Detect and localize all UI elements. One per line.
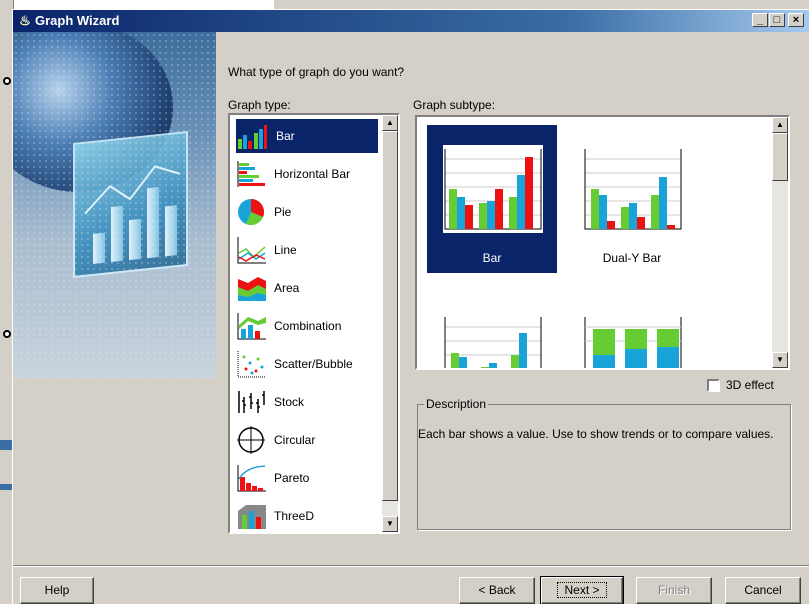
graph-type-label: Graph type: <box>228 98 291 112</box>
graph-type-item-combination[interactable]: Combination <box>236 309 378 343</box>
scroll-up-button[interactable]: ▲ <box>772 117 788 133</box>
line-chart-icon <box>236 235 268 265</box>
bar-chart-icon <box>236 121 268 151</box>
pareto-chart-icon <box>236 463 268 493</box>
maximize-button[interactable]: □ <box>769 13 785 27</box>
graph-subtype-label: Graph subtype: <box>413 98 496 112</box>
scroll-thumb[interactable] <box>382 131 398 501</box>
threed-chart-icon <box>236 501 268 531</box>
button-separator <box>13 565 809 567</box>
graph-type-item-circular[interactable]: Circular <box>236 423 378 457</box>
finish-button[interactable]: Finish <box>636 577 712 604</box>
graph-subtype-item-4[interactable] <box>567 293 697 368</box>
graph-type-item-scatter-bubble[interactable]: Scatter/Bubble <box>236 347 378 381</box>
minimize-button[interactable]: _ <box>752 13 768 27</box>
bar-subtype-preview <box>443 145 543 233</box>
scroll-down-button[interactable]: ▼ <box>382 516 398 532</box>
java-app-icon: ♨ <box>19 13 31 28</box>
stock-chart-icon <box>236 387 268 417</box>
subtype-preview <box>583 313 683 368</box>
background-radio <box>3 330 11 338</box>
screen: ♨ Graph Wizard _ □ × What type of graph … <box>0 0 809 604</box>
wizard-banner-image <box>13 32 216 378</box>
window-title: Graph Wizard <box>35 13 120 28</box>
graph-type-item-bar[interactable]: Bar <box>236 119 378 153</box>
cancel-button[interactable]: Cancel <box>725 577 801 604</box>
graph-type-item-threed[interactable]: ThreeD <box>236 499 378 532</box>
combination-chart-icon <box>236 311 268 341</box>
area-chart-icon <box>236 273 268 303</box>
graph-wizard-dialog: ♨ Graph Wizard _ □ × What type of graph … <box>12 9 809 604</box>
help-button[interactable]: Help <box>20 577 94 604</box>
graph-subtype-item-dual-y-bar[interactable]: Dual-Y Bar <box>567 125 697 273</box>
question-text: What type of graph do you want? <box>228 65 405 79</box>
back-button[interactable]: < Back <box>459 577 535 604</box>
description-text: Each bar shows a value. Use to show tren… <box>418 427 774 441</box>
horizontal-bar-chart-icon <box>236 159 268 189</box>
scroll-thumb[interactable] <box>772 133 788 181</box>
graph-type-item-area[interactable]: Area <box>236 271 378 305</box>
graph-type-list[interactable]: Bar Horizontal Bar Pie Line Area Combina… <box>228 113 400 534</box>
graph-type-item-pie[interactable]: Pie <box>236 195 378 229</box>
graph-type-item-line[interactable]: Line <box>236 233 378 267</box>
description-group: Description Each bar shows a value. Use … <box>417 397 791 530</box>
graph-subtype-scrollbar[interactable]: ▲ ▼ <box>772 117 788 368</box>
circular-chart-icon <box>236 425 268 455</box>
dual-y-bar-subtype-preview <box>583 145 683 233</box>
scatter-chart-icon <box>236 349 268 379</box>
pie-chart-icon <box>236 197 268 227</box>
description-legend: Description <box>424 397 489 411</box>
graph-type-item-pareto[interactable]: Pareto <box>236 461 378 495</box>
graph-subtype-list[interactable]: Bar Dual-Y Bar ▲ ▼ <box>415 115 790 370</box>
background-radio <box>3 77 11 85</box>
graph-subtype-caption: Dual-Y Bar <box>602 251 662 265</box>
graph-subtype-item-bar[interactable]: Bar <box>427 125 557 273</box>
checkbox-box[interactable] <box>707 378 720 392</box>
subtype-preview <box>443 313 543 368</box>
3d-effect-checkbox[interactable]: 3D effect <box>707 378 774 392</box>
graph-type-scrollbar[interactable]: ▲ ▼ <box>382 115 398 532</box>
graph-type-item-horizontal-bar[interactable]: Horizontal Bar <box>236 157 378 191</box>
close-button[interactable]: × <box>788 13 804 27</box>
graph-type-item-stock[interactable]: Stock <box>236 385 378 419</box>
next-button[interactable]: Next > <box>540 576 624 604</box>
graph-subtype-item-3[interactable] <box>427 293 557 368</box>
title-bar[interactable]: ♨ Graph Wizard _ □ × <box>13 10 809 32</box>
graph-subtype-caption: Bar <box>482 251 502 265</box>
3d-effect-label: 3D effect <box>726 378 774 392</box>
scroll-up-button[interactable]: ▲ <box>382 115 398 131</box>
scroll-down-button[interactable]: ▼ <box>772 352 788 368</box>
